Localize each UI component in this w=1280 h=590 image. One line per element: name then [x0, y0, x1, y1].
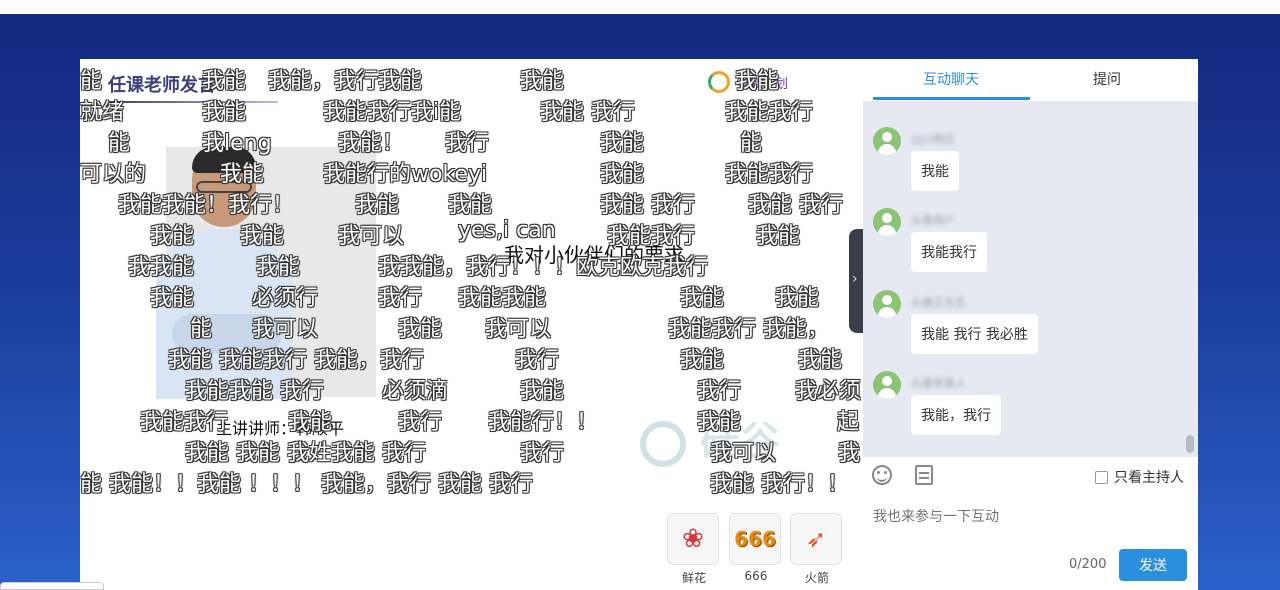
lecturer-label: 主讲讲师：韩顺平 [216, 419, 345, 438]
danmaku-comment: 我能我行 [140, 410, 229, 435]
rose-icon: ❀ [667, 513, 719, 565]
six-six-six-icon: 666 [729, 513, 781, 565]
chat-username: 头像王先生 [911, 296, 966, 309]
danmaku-comment: 就绪 [80, 100, 125, 125]
danmaku-comment: 我行 [697, 379, 742, 404]
danmaku-comment: 我能 [756, 224, 801, 249]
danmaku-comment: 我可以 [485, 317, 552, 342]
interaction-panel: 互动聊天 提问 山川明月 我能 头像用户 我能我行 头像王先生 我能 我行 我必… [863, 59, 1198, 590]
chat-bubble: 我能我行 [911, 232, 987, 272]
chat-scrollbar[interactable] [1186, 435, 1194, 453]
danmaku-comment: 我能我行 [725, 100, 814, 125]
gift-label: 666 [744, 569, 768, 583]
danmaku-comment: 能 [740, 131, 763, 156]
danmaku-comment: 我能我行 我能， [668, 317, 829, 342]
danmaku-comment: 我能 [520, 69, 565, 94]
danmaku-comment: 我行 [398, 410, 443, 435]
danmaku-comment: 我能 我行 [600, 193, 695, 218]
danmaku-comment: 我能 我行！！ [710, 472, 849, 497]
danmaku-comment: 我行 [445, 131, 490, 156]
video-player[interactable]: 任课老师发言 雏鹰计划 硅谷 我对小伙伴们的要求 主讲讲师：韩顺平 能我能 我能，… [80, 59, 863, 590]
emoji-icon[interactable] [872, 465, 892, 485]
chat-username: 头像用户 [911, 214, 955, 227]
chat-bubble: 我能，我行 [911, 395, 1001, 435]
danmaku-comment: 我能我能 [458, 286, 547, 311]
lecturer-glasses [196, 181, 252, 193]
chat-input[interactable] [873, 497, 1188, 537]
chat-bubble: 我能 我行 我必胜 [911, 314, 1038, 354]
danmaku-comment: 我能 [448, 193, 493, 218]
avatar-icon [873, 290, 901, 318]
host-only-toggle[interactable]: 只看主持人 [1095, 467, 1184, 487]
danmaku-comment: 我能 [680, 348, 725, 373]
gift-label: 火箭 [804, 571, 829, 585]
danmaku-comment: 我能 [202, 100, 247, 125]
char-counter: 0/200 [1069, 557, 1107, 572]
gift-flower[interactable]: ❀ 鲜花 [667, 513, 721, 586]
danmaku-comment: 能 [80, 69, 103, 94]
danmaku-comment: 我能 [680, 286, 725, 311]
chevron-right-icon: › [852, 271, 858, 287]
chat-username: 头像李某人 [911, 377, 966, 390]
watermark-logo-icon [640, 421, 686, 467]
gift-666[interactable]: 666 666 [729, 513, 783, 583]
danmaku-comment: 我能 [775, 286, 820, 311]
brand-text: 雏鹰计划 [736, 76, 789, 92]
danmaku-comment: 我能 [520, 379, 565, 404]
danmaku-comment: 我能我行 [725, 162, 814, 187]
avatar-icon [873, 208, 901, 236]
lecturer-arms [172, 314, 282, 354]
active-tab-indicator [873, 97, 1030, 100]
course-title: 任课老师发言 [108, 75, 216, 96]
danmaku-comment: 我能 我行 [540, 100, 635, 125]
danmaku-comment: 我 [838, 441, 861, 466]
chat-bubble: 我能 [911, 151, 959, 191]
host-only-label: 只看主持人 [1114, 470, 1184, 486]
danmaku-comment: 我行 [378, 286, 423, 311]
danmaku-comment: 我行 [515, 348, 560, 373]
send-button[interactable]: 发送 [1119, 549, 1187, 581]
danmaku-comment: 我能行！！ [488, 410, 599, 435]
panel-tabs: 互动聊天 提问 [863, 59, 1198, 101]
danmaku-comment: 我能 我能 我姓我能 我行 [185, 441, 426, 466]
tab-question[interactable]: 提问 [1093, 69, 1121, 89]
danmaku-comment: 必须滴 [382, 379, 449, 404]
danmaku-comment: 我能 [600, 131, 645, 156]
danmaku-comment: 能 我能！！我能 ！！！ 我能，我行 我能 我行 [80, 472, 533, 497]
brand: 雏鹰计划 [708, 71, 788, 93]
danmaku-comment: 我能，我行我能 [268, 69, 423, 94]
gift-rocket[interactable]: ➶ 火箭 [790, 513, 844, 586]
top-bar [0, 0, 1280, 14]
danmaku-comment: 起 [837, 410, 860, 435]
watermark: 硅谷 [640, 409, 780, 467]
watermark-text: 硅谷 [699, 419, 780, 465]
danmaku-comment: 我行 [520, 441, 565, 466]
chat-list[interactable]: 山川明月 我能 头像用户 我能我行 头像王先生 我能 我行 我必胜 头像李某人 … [863, 101, 1198, 457]
danmaku-comment: 我能 我行 [748, 193, 843, 218]
video-frame[interactable]: 任课老师发言 雏鹰计划 硅谷 我对小伙伴们的要求 主讲讲师：韩顺平 能我能 我能，… [80, 59, 863, 499]
collapse-panel-tab[interactable]: › [849, 229, 863, 333]
danmaku-comment: 可以的 [80, 162, 147, 187]
center-caption: 我对小伙伴们的要求 [504, 243, 684, 267]
brand-logo-icon [708, 71, 730, 93]
gift-label: 鲜花 [681, 571, 706, 585]
avatar-icon [873, 127, 901, 155]
tab-chat[interactable]: 互动聊天 [923, 69, 979, 89]
chat-username: 山川明月 [911, 133, 955, 146]
danmaku-comment: 我能 [798, 348, 843, 373]
bottom-tab-stub[interactable] [0, 582, 104, 590]
danmaku-comment: 我能 [398, 317, 443, 342]
danmaku-comment: 我能 [600, 162, 645, 187]
avatar-icon [873, 371, 901, 399]
note-icon[interactable] [915, 465, 933, 485]
title-underline [108, 101, 278, 103]
danmaku-comment: 我必须 [795, 379, 862, 404]
rocket-icon: ➶ [790, 513, 842, 565]
danmaku-comment: 能 [108, 131, 131, 156]
host-only-checkbox[interactable] [1095, 470, 1108, 484]
danmaku-comment: 我能我行我i能 [323, 100, 462, 125]
gift-bar: ❀ 鲜花 666 666 ➶ 火箭 [80, 499, 863, 590]
lecturer-hair [192, 147, 256, 173]
